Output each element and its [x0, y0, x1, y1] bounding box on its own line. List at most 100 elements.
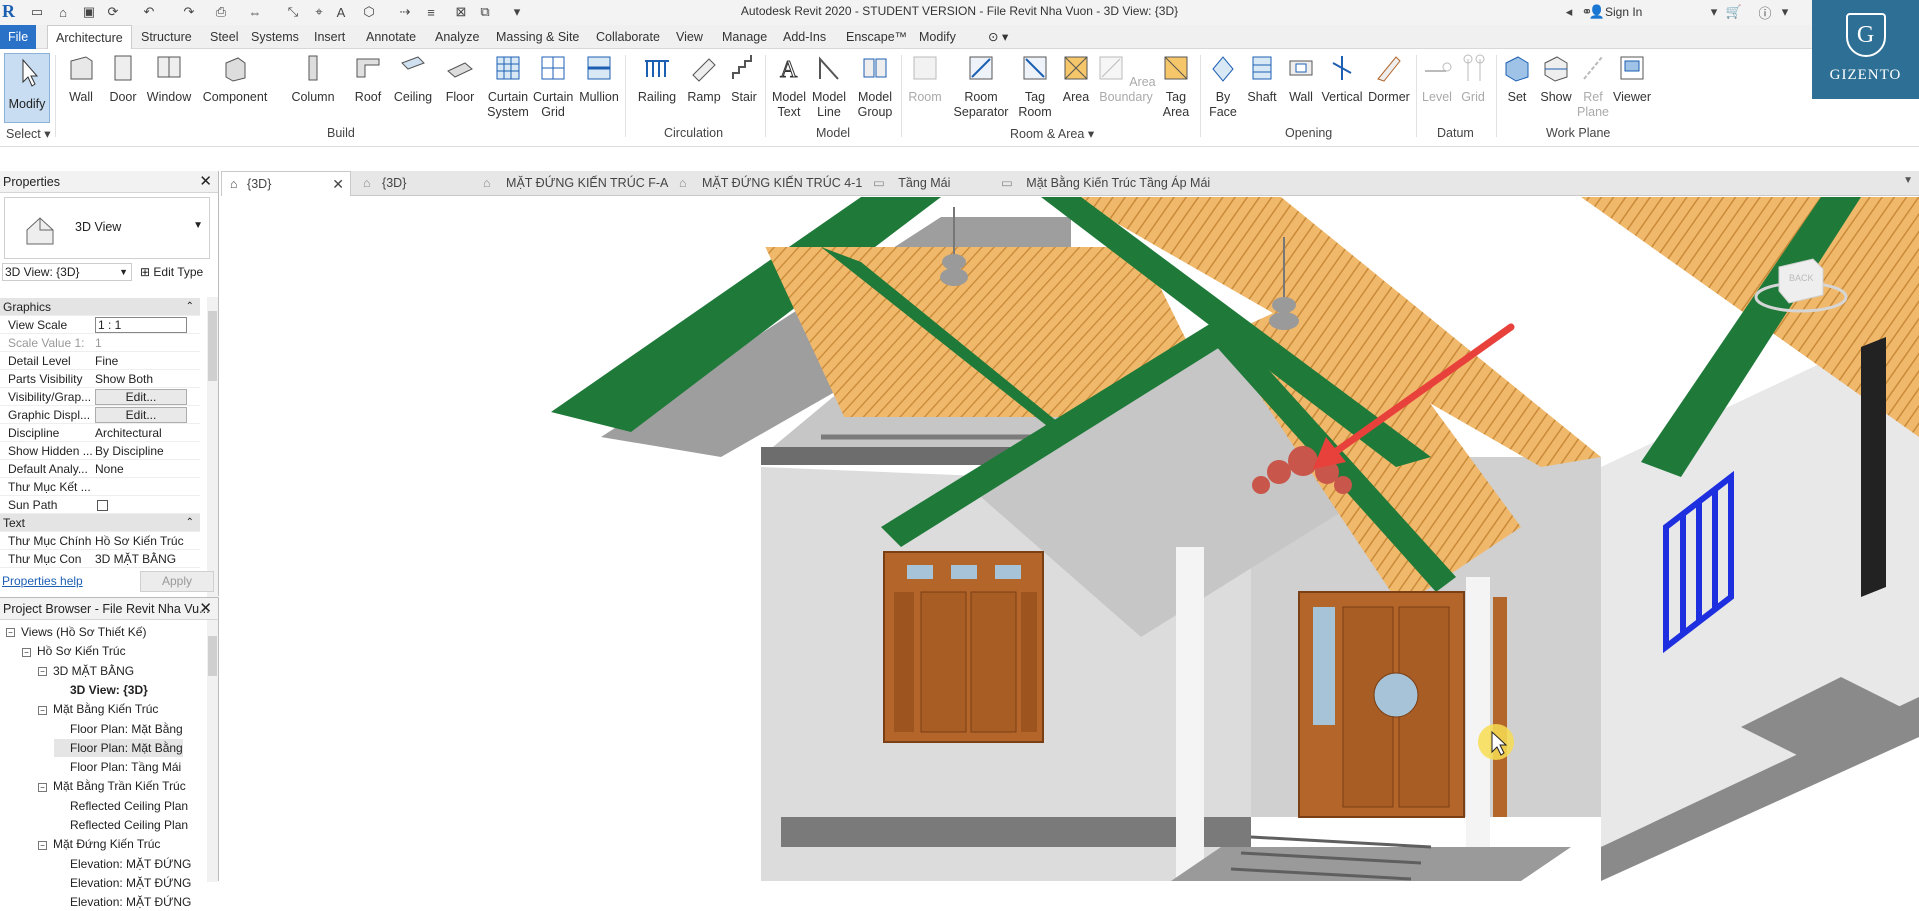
contextual-tab-toggle-icon[interactable]: ⊙ ▾	[980, 25, 1016, 49]
room-separator-tool[interactable]: Room Separator	[948, 53, 1014, 120]
tab-annotate[interactable]: Annotate	[358, 25, 424, 49]
modify-button[interactable]: Modify	[4, 53, 50, 123]
apply-button[interactable]: Apply	[140, 571, 214, 592]
edit-button[interactable]: Edit...	[95, 407, 187, 423]
browser-tree-item[interactable]: Floor Plan: Tầng Mái	[54, 758, 181, 776]
room-tool[interactable]: Room	[906, 53, 944, 105]
property-row[interactable]: View Scale 1 : 1	[0, 316, 200, 334]
wall-tool[interactable]: Wall	[64, 53, 98, 105]
property-value[interactable]: Architectural	[95, 424, 187, 442]
tab-architecture[interactable]: Architecture	[47, 25, 132, 50]
model-group-tool[interactable]: Model Group	[854, 53, 896, 120]
browser-tree-item[interactable]: Floor Plan: Mặt Bằng	[54, 720, 183, 738]
close-hidden-icon[interactable]: ⊠	[452, 3, 470, 21]
property-group-header[interactable]: Graphics ⌃	[0, 298, 200, 316]
tab-manage[interactable]: Manage	[714, 25, 775, 49]
browser-tree-item[interactable]: Elevation: MẶT ĐỨNG	[54, 855, 191, 873]
open-folder-icon[interactable]: ⌂	[54, 3, 72, 21]
component-tool[interactable]: Component	[200, 53, 270, 105]
browser-tree-item[interactable]: Floor Plan: Mặt Bằng	[54, 738, 183, 757]
sun-path-checkbox[interactable]	[97, 500, 108, 511]
property-value[interactable]: 1 : 1	[95, 317, 187, 333]
room-area-group-label[interactable]: Room & Area ▾	[1010, 126, 1094, 141]
column-tool[interactable]: Column	[288, 53, 338, 105]
sign-in-link[interactable]: Sign In	[1605, 5, 1642, 19]
revit-logo[interactable]: R	[2, 1, 22, 23]
ramp-tool[interactable]: Ramp	[686, 53, 722, 105]
tab-structure[interactable]: Structure	[133, 25, 200, 49]
arrow-left-icon[interactable]: ◂	[1560, 3, 1578, 21]
3d-view-icon[interactable]: ⬡	[360, 3, 378, 21]
properties-help-link[interactable]: Properties help	[2, 574, 83, 588]
collapse-toggle-icon[interactable]: −	[6, 628, 15, 638]
property-value[interactable]: Fine	[95, 352, 187, 370]
tag-icon[interactable]: ⌖	[310, 3, 328, 21]
tab-systems[interactable]: Systems	[243, 25, 307, 49]
view-tab-elevation-fa[interactable]: ⌂ MẶT ĐỨNG KIẾN TRÚC F-A	[483, 171, 668, 196]
property-value[interactable]: 3D MẶT BẰNG	[95, 550, 187, 568]
edit-button[interactable]: Edit...	[95, 389, 187, 405]
property-row[interactable]: Discipline Architectural	[0, 424, 200, 442]
section-icon[interactable]: ⇢	[396, 3, 414, 21]
browser-tree-item[interactable]: −3D MẶT BẰNG	[38, 662, 134, 680]
thin-lines-icon[interactable]: ≡	[422, 3, 440, 21]
ref-plane-tool[interactable]: Ref Plane	[1576, 53, 1610, 120]
switch-windows-icon[interactable]: ⧉	[476, 3, 494, 21]
curtain-grid-tool[interactable]: Curtain Grid	[533, 53, 573, 120]
property-row[interactable]: Thư Mục Chính Hồ Sơ Kiến Trúc	[0, 532, 200, 550]
property-value[interactable]: None	[95, 460, 187, 478]
open-icon[interactable]: ▭	[28, 3, 46, 21]
print-icon[interactable]: ⎙	[212, 3, 230, 21]
browser-tree-item[interactable]: Reflected Ceiling Plan	[54, 797, 188, 815]
model-line-tool[interactable]: Model Line	[810, 53, 848, 120]
property-group-header[interactable]: Text ⌃	[0, 514, 200, 532]
cart-icon[interactable]: 🛒	[1725, 3, 1743, 21]
collapse-icon[interactable]: ⌃	[186, 298, 194, 316]
properties-scrollbar[interactable]	[207, 297, 218, 597]
tab-add-ins[interactable]: Add-Ins	[775, 25, 834, 49]
collapse-toggle-icon[interactable]: −	[38, 705, 47, 715]
collapse-icon[interactable]: ⌃	[186, 514, 194, 532]
redo-icon[interactable]: ↷	[180, 3, 198, 21]
property-row[interactable]: Thư Mục Kết ...	[0, 478, 200, 496]
3d-view-canvas[interactable]: BACK	[221, 197, 1919, 881]
property-row[interactable]: Detail Level Fine	[0, 352, 200, 370]
model-text-tool[interactable]: A Model Text	[770, 53, 808, 120]
view-tab-ap-mai[interactable]: ▭ Mặt Bằng Kiến Trúc Tầng Áp Mái	[1001, 171, 1210, 196]
help-icon[interactable]: ⓘ	[1756, 3, 1774, 21]
tag-room-tool[interactable]: Tag Room	[1012, 53, 1058, 120]
area-tool[interactable]: Area	[1058, 53, 1094, 105]
collapse-toggle-icon[interactable]: −	[38, 782, 47, 792]
property-value[interactable]: 1	[95, 334, 187, 352]
view-tab-3d-active[interactable]: ⌂ {3D} ✕	[221, 171, 351, 196]
property-row[interactable]: Parts Visibility Show Both	[0, 370, 200, 388]
property-row[interactable]: Default Analy... None	[0, 460, 200, 478]
save-icon[interactable]: ▣	[80, 3, 98, 21]
mullion-tool[interactable]: Mullion	[577, 53, 621, 105]
wall-opening-tool[interactable]: Wall	[1284, 53, 1318, 105]
collapse-toggle-icon[interactable]: −	[38, 666, 47, 676]
sync-icon[interactable]: ⟳	[104, 3, 122, 21]
show-tool[interactable]: Show	[1538, 53, 1574, 105]
property-row[interactable]: Sun Path	[0, 496, 200, 514]
tab-file[interactable]: File	[0, 25, 37, 49]
browser-tree-item[interactable]: − Mặt Bằng Trần Kiến Trúc	[38, 777, 186, 795]
property-row[interactable]: Scale Value 1: 1	[0, 334, 200, 352]
property-value[interactable]: Show Both	[95, 370, 187, 388]
tab-overflow-icon[interactable]: ▼	[1903, 175, 1913, 186]
area-boundary-tool[interactable]: Area Boundary	[1096, 53, 1156, 105]
dropdown-icon[interactable]: ▾	[1705, 3, 1723, 21]
tab-collaborate[interactable]: Collaborate	[588, 25, 668, 49]
collapse-toggle-icon[interactable]: −	[38, 840, 47, 850]
grid-tool[interactable]: Grid	[1456, 53, 1490, 105]
railing-tool[interactable]: Railing	[636, 53, 678, 105]
property-value[interactable]: By Discipline	[95, 442, 187, 460]
tab-steel[interactable]: Steel	[202, 25, 247, 49]
property-row[interactable]: Show Hidden ... By Discipline	[0, 442, 200, 460]
view-tab-tang-mai[interactable]: ▭ Tầng Mái	[873, 171, 950, 196]
tag-area-tool[interactable]: Tag Area	[1156, 53, 1196, 120]
property-row[interactable]: Thư Mục Con 3D MẶT BẰNG	[0, 550, 200, 568]
window-tool[interactable]: Window	[143, 53, 195, 105]
browser-tree-item[interactable]: − Mặt Bằng Kiến Trúc	[38, 700, 158, 718]
tab-massing-site[interactable]: Massing & Site	[488, 25, 587, 49]
